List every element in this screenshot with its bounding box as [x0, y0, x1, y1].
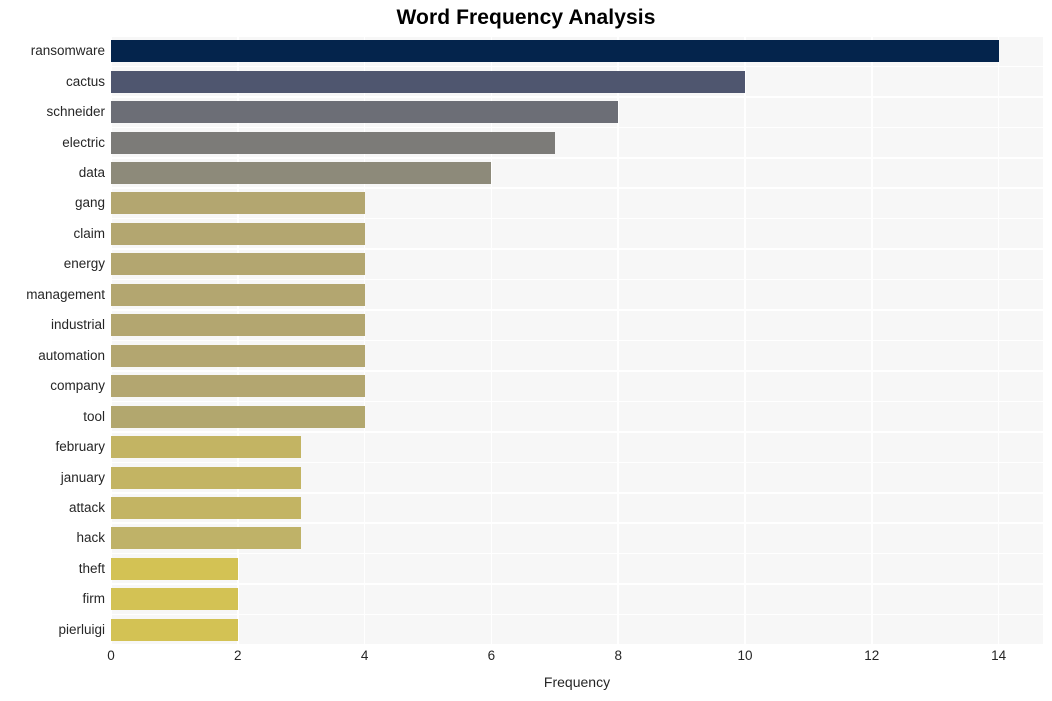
x-axis-label: Frequency [543, 674, 611, 690]
y-tick-label: company [50, 378, 105, 394]
y-tick-label: schneider [46, 104, 105, 120]
y-gridline [111, 583, 1043, 585]
y-gridline [111, 491, 1043, 494]
y-gridline [111, 400, 1043, 403]
x-axis-tick-labels: 0 2 4 6 8 10 12 14 [107, 648, 1043, 670]
y-tick-label: pierluigi [58, 621, 105, 637]
bar[interactable] [111, 162, 492, 185]
y-tick-label: claim [73, 225, 105, 241]
y-tick-label: gang [74, 195, 105, 211]
y-tick-label: automation [38, 347, 105, 363]
y-tick-label: data [78, 165, 105, 181]
y-tick-label: tool [83, 408, 105, 424]
y-gridline [111, 309, 1043, 311]
x-tick-label: 0 [107, 648, 115, 663]
bar[interactable] [111, 40, 999, 63]
x-tick-label: 12 [864, 648, 880, 663]
x-tick-label: 14 [991, 648, 1007, 663]
bar[interactable] [111, 618, 238, 641]
bar[interactable] [111, 496, 302, 519]
y-gridline [111, 339, 1043, 342]
bar[interactable] [111, 101, 619, 124]
bar[interactable] [111, 466, 302, 489]
bar[interactable] [111, 527, 302, 550]
x-tick-label: 4 [360, 648, 369, 663]
bar[interactable] [111, 588, 238, 611]
x-tick-label: 6 [487, 648, 496, 663]
bar[interactable] [111, 70, 745, 93]
bar[interactable] [111, 131, 555, 154]
chart-figure: Word Frequency Analysis ransomware cactus… [0, 0, 1052, 701]
y-tick-label: february [55, 439, 105, 455]
y-gridline [111, 461, 1043, 464]
bar[interactable] [111, 375, 365, 398]
bar[interactable] [111, 283, 365, 306]
chart-title: Word Frequency Analysis [396, 6, 656, 29]
y-gridline [111, 522, 1043, 524]
bar[interactable] [111, 436, 302, 459]
y-tick-label: hack [76, 530, 105, 546]
y-gridline [111, 96, 1043, 98]
y-gridline [111, 187, 1043, 190]
y-tick-label: attack [68, 499, 105, 515]
bar[interactable] [111, 405, 365, 428]
y-gridline [111, 278, 1043, 281]
y-tick-label: theft [78, 560, 105, 576]
y-gridline [111, 126, 1043, 129]
y-gridline [111, 36, 1043, 37]
y-tick-label: electric [62, 134, 105, 150]
y-gridline [111, 552, 1043, 555]
y-gridline [111, 248, 1043, 250]
bar[interactable] [111, 314, 365, 337]
y-tick-label: industrial [50, 317, 105, 333]
y-tick-label: energy [63, 256, 105, 272]
bar[interactable] [111, 192, 365, 215]
x-tick-label: 10 [737, 648, 753, 663]
y-tick-label: cactus [65, 73, 105, 89]
bar[interactable] [111, 557, 238, 580]
bar[interactable] [111, 344, 365, 367]
y-tick-label: ransomware [30, 43, 105, 59]
x-tick-label: 2 [234, 648, 242, 663]
y-tick-label: management [26, 286, 105, 302]
y-gridline [111, 644, 1043, 645]
plot-area [111, 36, 1043, 645]
bar[interactable] [111, 253, 365, 276]
y-gridline [111, 65, 1043, 68]
y-gridline [111, 157, 1043, 159]
y-gridline [111, 217, 1043, 220]
x-tick-label: 8 [614, 648, 622, 663]
y-gridline [111, 370, 1043, 372]
y-axis-tick-labels: ransomware cactus schneider electric data gan… [0, 36, 105, 645]
y-tick-label: firm [82, 591, 106, 607]
bar[interactable] [111, 222, 365, 245]
y-tick-label: january [60, 469, 105, 485]
y-gridline [111, 431, 1043, 433]
y-gridline [111, 613, 1043, 616]
